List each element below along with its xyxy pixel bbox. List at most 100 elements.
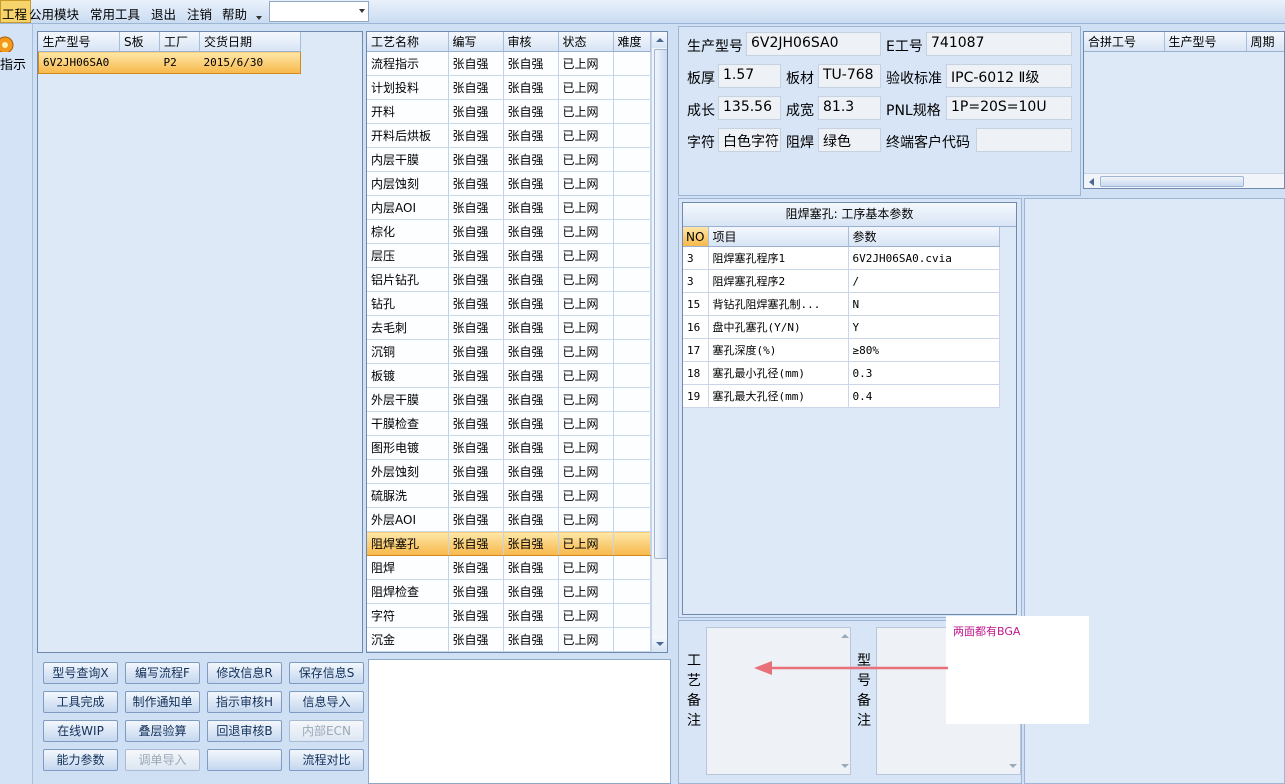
cell-writer[interactable]: 张自强	[448, 627, 504, 652]
cell-process-name[interactable]: 棕化	[367, 219, 449, 244]
action-button[interactable]	[207, 749, 282, 771]
cell-reviewer[interactable]: 张自强	[503, 603, 559, 628]
chevron-down-icon[interactable]	[359, 9, 365, 13]
field-eno[interactable]: 741087	[926, 32, 1072, 56]
cell-status[interactable]: 已上网	[558, 483, 614, 508]
table-row[interactable]: 内层蚀刻 张自强 张自强 已上网	[367, 171, 651, 196]
cell-writer[interactable]: 张自强	[448, 123, 504, 148]
cell-difficulty[interactable]	[613, 315, 651, 340]
table-row[interactable]: 层压 张自强 张自强 已上网	[367, 243, 651, 268]
cell-value[interactable]: 0.4	[848, 384, 1000, 408]
cell-reviewer[interactable]: 张自强	[503, 267, 559, 292]
table-row[interactable]: 内层AOI 张自强 张自强 已上网	[367, 195, 651, 220]
cell-item[interactable]: 塞孔最小孔径(mm)	[708, 361, 849, 385]
field-standard[interactable]: IPC-6012 Ⅱ级	[946, 64, 1072, 88]
action-button[interactable]: 叠层验算	[125, 720, 200, 742]
scroll-left-icon[interactable]	[1086, 176, 1098, 188]
action-button[interactable]: 编写流程F	[125, 662, 200, 684]
cell-status[interactable]: 已上网	[558, 339, 614, 364]
cell-process-name[interactable]: 板镀	[367, 363, 449, 388]
scroll-down-icon[interactable]	[652, 636, 667, 652]
cell-difficulty[interactable]	[613, 387, 651, 412]
field-customer-code[interactable]	[976, 128, 1072, 152]
cell-process-name[interactable]: 铝片钻孔	[367, 267, 449, 292]
cell-item[interactable]: 背钻孔阻焊塞孔制...	[708, 292, 849, 316]
table-row[interactable]: 16 盘中孔塞孔(Y/N) Y	[683, 315, 1000, 339]
cell-process-name[interactable]: 层压	[367, 243, 449, 268]
cell-no[interactable]: 16	[683, 315, 709, 339]
cell-reviewer[interactable]: 张自强	[503, 147, 559, 172]
field-width[interactable]: 81.3	[818, 96, 881, 120]
col-period[interactable]: 周期	[1246, 32, 1284, 52]
cell-writer[interactable]: 张自强	[448, 51, 504, 76]
cell-difficulty[interactable]	[613, 195, 651, 220]
col-combined-model[interactable]: 生产型号	[1164, 32, 1247, 52]
cell-reviewer[interactable]: 张自强	[503, 555, 559, 580]
table-row[interactable]: 18 塞孔最小孔径(mm) 0.3	[683, 361, 1000, 385]
cell-writer[interactable]: 张自强	[448, 171, 504, 196]
cell-no[interactable]: 3	[683, 269, 709, 293]
cell-writer[interactable]: 张自强	[448, 411, 504, 436]
cell-status[interactable]: 已上网	[558, 123, 614, 148]
cell-difficulty[interactable]	[613, 123, 651, 148]
action-button[interactable]: 能力参数	[43, 749, 118, 771]
action-button[interactable]: 保存信息S	[289, 662, 364, 684]
cell-status[interactable]: 已上网	[558, 147, 614, 172]
field-solder-mask[interactable]: 绿色	[818, 128, 881, 152]
cell-reviewer[interactable]: 张自强	[503, 99, 559, 124]
cell-writer[interactable]: 张自强	[448, 387, 504, 412]
cell-difficulty[interactable]	[613, 651, 651, 652]
cell-process-name[interactable]: 开料	[367, 99, 449, 124]
cell-reviewer[interactable]: 张自强	[503, 171, 559, 196]
action-button[interactable]: 在线WIP	[43, 720, 118, 742]
cell-status[interactable]: 已上网	[558, 651, 614, 652]
col-s-board[interactable]: S板	[119, 32, 160, 52]
cell-difficulty[interactable]	[613, 459, 651, 484]
cell-difficulty[interactable]	[613, 579, 651, 604]
cell-item[interactable]: 塞孔最大孔径(mm)	[708, 384, 849, 408]
cell-reviewer[interactable]: 张自强	[503, 195, 559, 220]
cell-status[interactable]: 已上网	[558, 603, 614, 628]
cell-no[interactable]: 19	[683, 384, 709, 408]
action-button[interactable]: 指示审核H	[207, 691, 282, 713]
cell-status[interactable]: 已上网	[558, 627, 614, 652]
table-row[interactable]: 3 阻焊塞孔程序1 6V2JH06SA0.cvia	[683, 246, 1000, 270]
menu-exit[interactable]: 退出	[151, 4, 176, 23]
process-remark-textarea[interactable]	[706, 627, 851, 775]
table-row[interactable]: 阻焊检查 张自强 张自强 已上网	[367, 579, 651, 604]
cell-writer[interactable]: 张自强	[448, 99, 504, 124]
table-row[interactable]: 图形电镀 张自强 张自强 已上网	[367, 435, 651, 460]
cell-process-name[interactable]: 计划投料	[367, 75, 449, 100]
cell-writer[interactable]: 张自强	[448, 243, 504, 268]
menu-common-tools[interactable]: 常用工具	[90, 4, 140, 23]
hscroll-thumb[interactable]	[1100, 176, 1244, 187]
table-row[interactable]: 铝片钻孔 张自强 张自强 已上网	[367, 267, 651, 292]
cell-status[interactable]: 已上网	[558, 435, 614, 460]
cell-value[interactable]: N	[848, 292, 1000, 316]
col-item[interactable]: 项目	[708, 227, 849, 247]
cell-no[interactable]: 17	[683, 338, 709, 362]
table-row[interactable]: 计划投料 张自强 张自强 已上网	[367, 75, 651, 100]
table-row[interactable]: 开料后烘板 张自强 张自强 已上网	[367, 123, 651, 148]
cell-status[interactable]: 已上网	[558, 51, 614, 76]
table-row[interactable]: 去毛刺 张自强 张自强 已上网	[367, 315, 651, 340]
table-row[interactable]: 阻焊 张自强 张自强 已上网	[367, 555, 651, 580]
cell-item[interactable]: 阻焊塞孔程序2	[708, 269, 849, 293]
combined-hscrollbar[interactable]	[1084, 173, 1284, 188]
cell-process-name[interactable]: 阻焊检查	[367, 579, 449, 604]
table-row[interactable]: 外层蚀刻 张自强 张自强 已上网	[367, 459, 651, 484]
cell-process-name[interactable]: 干膜检查	[367, 411, 449, 436]
toolbar-combobox[interactable]	[269, 1, 369, 22]
cell-process-name[interactable]: 阻焊	[367, 555, 449, 580]
action-button[interactable]: 信息导入	[289, 691, 364, 713]
action-button[interactable]: 调单导入	[125, 749, 200, 771]
cell-process-name[interactable]: 字符	[367, 603, 449, 628]
scroll-thumb[interactable]	[654, 49, 667, 559]
cell-difficulty[interactable]	[613, 531, 651, 556]
table-row[interactable]: 字符 张自强 张自强 已上网	[367, 603, 651, 628]
cell-reviewer[interactable]: 张自强	[503, 579, 559, 604]
cell-status[interactable]: 已上网	[558, 99, 614, 124]
table-row[interactable]: 内层干膜 张自强 张自强 已上网	[367, 147, 651, 172]
scroll-up-icon[interactable]	[652, 32, 667, 48]
cell-writer[interactable]: 张自强	[448, 555, 504, 580]
